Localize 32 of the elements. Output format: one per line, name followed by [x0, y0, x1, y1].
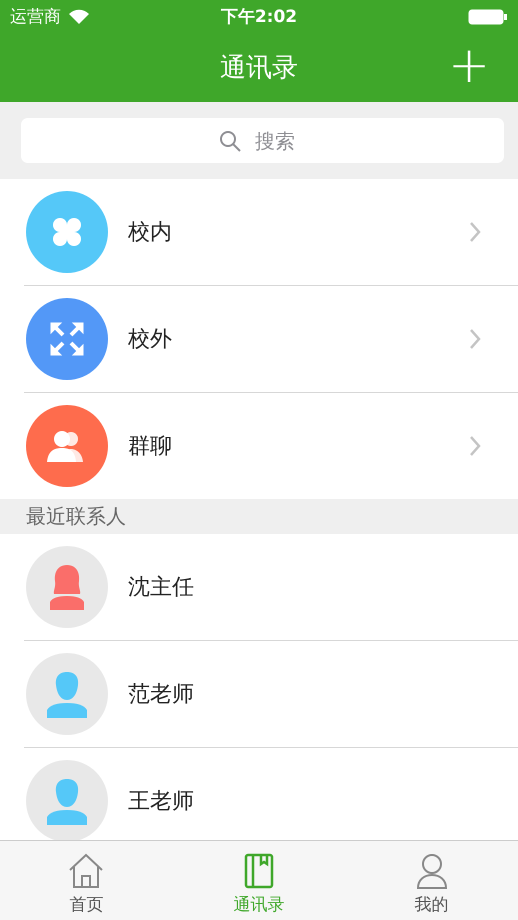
contact-name: 范老师 [128, 681, 195, 709]
status-time: 下午2:02 [220, 6, 298, 28]
home-icon [68, 853, 104, 889]
battery-icon [468, 8, 508, 24]
chevron-icon [469, 328, 481, 350]
contact-row[interactable]: 王老师 [0, 748, 518, 840]
contact-name: 沈主任 [128, 574, 195, 602]
book-icon [244, 853, 274, 889]
contact-row[interactable]: 范老师 [24, 641, 518, 748]
tab[interactable]: 首页 [0, 841, 173, 920]
group-label: 群聊 [128, 433, 173, 461]
group-label: 校内 [128, 219, 173, 247]
user-icon [416, 853, 448, 889]
wifi-icon [69, 9, 89, 24]
male-avatar-icon [47, 670, 87, 718]
section-title: 最近联系人 [26, 503, 126, 530]
male-avatar-icon [47, 777, 87, 825]
female-avatar-icon [50, 564, 84, 610]
contact-row[interactable]: 沈主任 [24, 534, 518, 641]
carrier-label: 运营商 [10, 6, 61, 28]
group-row[interactable]: 群聊 [0, 393, 518, 499]
group-label: 校外 [128, 326, 173, 354]
group-row[interactable]: 校内 [24, 179, 518, 286]
group-row[interactable]: 校外 [24, 286, 518, 393]
expand-arrows-icon [49, 321, 85, 357]
chevron-icon [469, 435, 481, 457]
search-field[interactable]: 搜索 [21, 118, 504, 163]
page-title: 通讯录 [220, 52, 298, 85]
search-icon [219, 130, 241, 152]
tab[interactable]: 我的 [345, 841, 518, 920]
chevron-icon [469, 221, 481, 243]
contact-name: 王老师 [128, 788, 195, 816]
